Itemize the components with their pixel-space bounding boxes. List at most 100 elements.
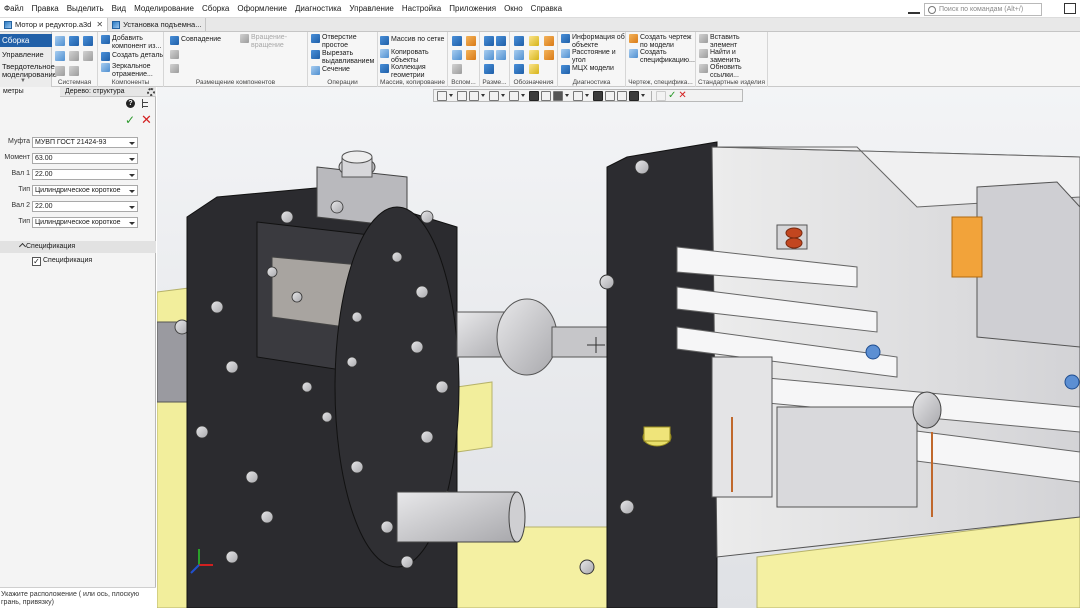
3d-viewport[interactable]: ✓ ✕ — [157, 87, 1080, 608]
menu-item[interactable]: Управление — [345, 0, 397, 18]
coincidence-button[interactable]: Совпадение — [170, 36, 221, 45]
tab-parameters[interactable]: метры — [0, 87, 60, 97]
restore-icon[interactable] — [1064, 3, 1076, 14]
menu-item[interactable]: Вид — [108, 0, 130, 18]
cut-icon[interactable] — [69, 51, 79, 61]
type2-select[interactable]: Цилиндрическое короткое — [32, 217, 138, 228]
tree-icon[interactable] — [142, 99, 150, 108]
leader-icon[interactable] — [514, 36, 524, 46]
copy-icon[interactable] — [83, 51, 93, 61]
chevron-down-icon[interactable]: ▼ — [20, 78, 26, 84]
copy-objects-button[interactable]: Копировать объекты — [380, 49, 429, 64]
sketch-icon[interactable] — [466, 50, 476, 60]
menu-item[interactable]: Файл — [0, 0, 28, 18]
visibility-icon[interactable] — [553, 90, 563, 101]
help-icon[interactable]: ? — [126, 99, 135, 108]
axis-icon[interactable] — [466, 36, 476, 46]
dimension-icon[interactable] — [484, 64, 494, 74]
ok-check-icon[interactable]: ✓ — [668, 90, 676, 101]
shaft2-select[interactable]: 22.00 — [32, 201, 138, 212]
print-icon[interactable] — [55, 51, 65, 61]
menu-item[interactable]: Справка — [527, 0, 566, 18]
menu-item[interactable]: Выделить — [63, 0, 108, 18]
command-search-input[interactable]: Поиск по командам (Alt+/) — [924, 3, 1042, 16]
mode-assembly[interactable]: Сборка — [0, 34, 52, 47]
text-icon[interactable] — [514, 64, 524, 74]
shaft1-select[interactable]: 22.00 — [32, 169, 138, 180]
plane-icon[interactable] — [452, 36, 462, 46]
geometry-collection-button[interactable]: Коллекция геометрии — [380, 64, 426, 79]
update-links-button[interactable]: Обновить ссылки... — [699, 64, 742, 79]
type1-select[interactable]: Цилиндрическое короткое — [32, 185, 138, 196]
shaded-view-icon[interactable] — [529, 90, 539, 101]
menu-item[interactable]: Диагностика — [291, 0, 345, 18]
specification-section-header[interactable]: Спецификация — [0, 241, 156, 253]
tab-motor-reducer[interactable]: Мотор и редуктор.a3d ✕ — [0, 18, 109, 31]
roughness-icon[interactable] — [529, 36, 539, 46]
mode-solid-modeling[interactable]: Твердотельное моделирование — [0, 63, 57, 79]
mode-management[interactable]: Управление — [0, 51, 52, 59]
linear-dimension-icon[interactable] — [484, 36, 494, 46]
redo-icon[interactable] — [69, 66, 79, 76]
mark-icon[interactable] — [544, 50, 554, 60]
chevron-down-icon[interactable] — [481, 94, 485, 97]
mirror-button[interactable]: Зеркальное отражение... — [101, 63, 153, 78]
cancel-x-icon[interactable]: ✕ — [141, 113, 152, 126]
gear-icon[interactable] — [147, 88, 155, 96]
edit-icon[interactable] — [656, 90, 666, 101]
specification-checkbox[interactable]: ✓ — [32, 257, 41, 266]
grid-array-button[interactable]: Массив по сетке — [380, 36, 444, 45]
extrude-cut-button[interactable]: Вырезать выдавливанием — [311, 50, 374, 65]
minimize-icon[interactable] — [908, 3, 920, 14]
menu-item[interactable]: Оформление — [233, 0, 291, 18]
rotate-icon[interactable] — [489, 90, 499, 101]
distance-angle-button[interactable]: Расстояние и угол — [561, 49, 616, 64]
chevron-down-icon[interactable] — [449, 94, 453, 97]
add-component-button[interactable]: Добавить компонент из... — [101, 35, 161, 50]
chevron-down-icon[interactable] — [521, 94, 525, 97]
chevron-down-icon[interactable] — [585, 94, 589, 97]
menu-item[interactable]: Настройка — [398, 0, 445, 18]
render-icon[interactable] — [605, 90, 615, 101]
save-icon[interactable] — [83, 36, 93, 46]
section-button[interactable]: Сечение — [311, 66, 350, 75]
menu-item[interactable]: Окно — [500, 0, 527, 18]
menu-item[interactable]: Приложения — [445, 0, 500, 18]
placement-disabled-2[interactable] — [170, 64, 179, 73]
menu-item[interactable]: Правка — [28, 0, 63, 18]
simple-hole-button[interactable]: Отверстие простое — [311, 34, 357, 49]
weld-icon[interactable] — [544, 36, 554, 46]
chevron-down-icon[interactable] — [565, 94, 569, 97]
point-icon[interactable] — [452, 50, 462, 60]
placement-disabled-1[interactable] — [170, 50, 179, 59]
angular-dimension-icon[interactable] — [496, 36, 506, 46]
selected-bolt[interactable] — [642, 426, 672, 447]
object-info-button[interactable]: Информация об объекте — [561, 34, 625, 49]
mass-properties-button[interactable]: МЦХ модели — [561, 65, 614, 74]
filter-icon[interactable] — [629, 90, 639, 101]
base-icon[interactable] — [514, 50, 524, 60]
curve-icon[interactable] — [452, 64, 462, 74]
tab-tree-structure[interactable]: Дерево: структура — [62, 87, 144, 97]
undo-icon[interactable] — [55, 66, 65, 76]
snap-icon[interactable] — [593, 90, 603, 101]
close-icon[interactable]: ✕ — [96, 20, 103, 29]
coupling-select[interactable]: МУВП ГОСТ 21424-93 — [32, 137, 138, 148]
create-specification-button[interactable]: Создать спецификацию... — [629, 49, 695, 64]
tolerance-icon[interactable] — [529, 50, 539, 60]
open-file-icon[interactable] — [69, 36, 79, 46]
table-icon[interactable] — [529, 64, 539, 74]
filter-view-icon[interactable] — [437, 90, 447, 101]
create-part-button[interactable]: Создать деталь — [101, 52, 163, 61]
torque-select[interactable]: 63.00 — [32, 153, 138, 164]
section-view-icon[interactable] — [573, 90, 583, 101]
chevron-down-icon[interactable] — [501, 94, 505, 97]
layers-icon[interactable] — [617, 90, 627, 101]
chevron-down-icon[interactable] — [641, 94, 645, 97]
tab-lift-installation[interactable]: Установка подъемна... — [108, 18, 207, 31]
wireframe-icon[interactable] — [541, 90, 551, 101]
rotation-rotation-button[interactable]: Вращение-вращение — [240, 34, 287, 49]
find-replace-button[interactable]: Найти и заменить — [699, 49, 740, 64]
radial-dimension-icon[interactable] — [484, 50, 494, 60]
menu-item[interactable]: Сборка — [198, 0, 233, 18]
